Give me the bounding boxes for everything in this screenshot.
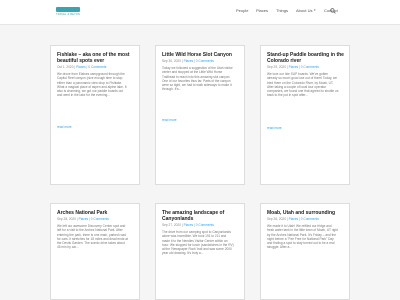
post-card: Little Wild Horse Slot Canyon Sep 30, 20…	[155, 45, 245, 185]
post-title[interactable]: Arches National Park	[57, 210, 137, 216]
post-category-link[interactable]: Places	[289, 217, 299, 221]
post-card: Moab, Utah and surrounding Sep 26, 2020 …	[260, 203, 350, 300]
post-excerpt: We left our awesome Discovery Center spo…	[57, 224, 128, 250]
nav-item-things[interactable]: Things	[276, 8, 288, 13]
post-category-link[interactable]: Places	[184, 223, 194, 227]
post-category-link[interactable]: Places	[289, 65, 299, 69]
post-date: Oct 1, 2020	[57, 65, 74, 69]
post-date: Sep 30, 2020	[162, 59, 181, 63]
post-excerpt: Today we followed a suggestion of the Ut…	[162, 66, 233, 92]
post-meta: Sep 26, 2020 | Places | 0 Comments	[267, 217, 319, 221]
post-comments-link[interactable]: 0 Comments	[301, 217, 319, 221]
read-more-link[interactable]: read more	[267, 126, 282, 130]
post-meta: Sep 30, 2020 | Places | 0 Comments	[162, 59, 214, 63]
logo-text: TRAVEL & BEYOND	[56, 13, 80, 16]
read-more-link[interactable]: read more	[57, 125, 72, 129]
post-card: The amazing landscape of Canyonlands Sep…	[155, 203, 245, 300]
post-excerpt: We drove from Elaines campground through…	[57, 72, 127, 98]
post-meta: Sep 28, 2020 | Places | 0 Comments	[57, 217, 109, 221]
site-header: TRAVEL & BEYOND People Places Things Abo…	[0, 0, 400, 24]
post-card: Fishlake – aka one of the most beautiful…	[50, 45, 140, 185]
post-title[interactable]: The amazing landscape of Canyonlands	[162, 210, 242, 222]
post-category-link[interactable]: Places	[184, 59, 194, 63]
post-meta: Sep 27, 2020 | Places | 0 Comments	[162, 223, 214, 227]
nav-item-people[interactable]: People	[236, 8, 248, 13]
post-excerpt: We love our Isle SUP boards. We've gotte…	[267, 72, 339, 98]
post-comments-link[interactable]: 0 Comments	[196, 223, 214, 227]
post-title[interactable]: Fishlake – aka one of the most beautiful…	[57, 52, 137, 64]
search-icon[interactable]	[330, 8, 336, 14]
post-comments-link[interactable]: 0 Comments	[196, 59, 214, 63]
logo-mark	[56, 7, 80, 12]
post-comments-link[interactable]: 0 Comments	[88, 65, 106, 69]
post-comments-link[interactable]: 0 Comments	[91, 217, 109, 221]
post-date: Sep 26, 2020	[267, 217, 286, 221]
post-card: Arches National Park Sep 28, 2020 | Plac…	[50, 203, 140, 300]
post-title[interactable]: Little Wild Horse Slot Canyon	[162, 52, 242, 58]
post-card: Stand-up Paddle boarding in the Colorado…	[260, 45, 350, 185]
post-excerpt: The drive from our camping spot to Canyo…	[162, 230, 234, 256]
chevron-down-icon[interactable]: ▾	[314, 8, 316, 13]
post-title[interactable]: Stand-up Paddle boarding in the Colorado…	[267, 52, 347, 64]
nav-item-places[interactable]: Places	[256, 8, 268, 13]
post-meta: Oct 1, 2020 | Places | 0 Comments	[57, 65, 107, 69]
post-excerpt: We made it to Utah! We refilled our frid…	[267, 224, 338, 250]
post-category-link[interactable]: Places	[79, 217, 89, 221]
post-comments-link[interactable]: 0 Comments	[301, 65, 319, 69]
post-meta: Sep 29, 2020 | Places | 0 Comments	[267, 65, 319, 69]
read-more-link[interactable]: read more	[162, 118, 177, 122]
post-category-link[interactable]: Places	[76, 65, 86, 69]
post-date: Sep 28, 2020	[57, 217, 76, 221]
nav-item-about-us[interactable]: About Us	[296, 8, 312, 13]
post-date: Sep 27, 2020	[162, 223, 181, 227]
post-date: Sep 29, 2020	[267, 65, 286, 69]
post-title[interactable]: Moab, Utah and surrounding	[267, 210, 347, 216]
site-logo[interactable]: TRAVEL & BEYOND	[56, 7, 80, 18]
